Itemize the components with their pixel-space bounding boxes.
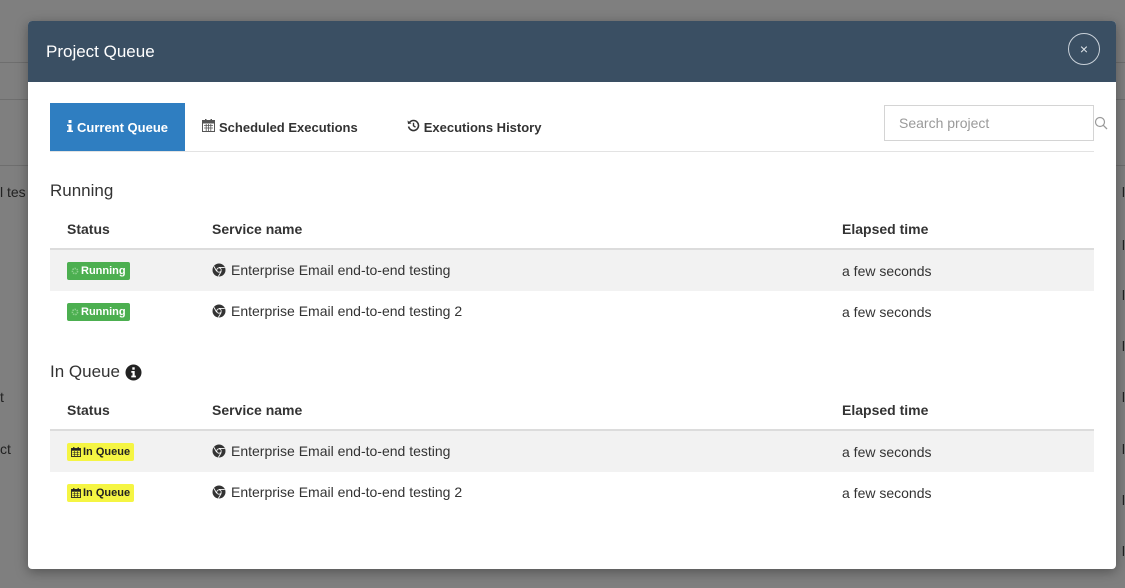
tab-bar: Current Queue Scheduled Executions Execu… <box>50 102 1108 152</box>
status-label: In Queue <box>83 486 131 499</box>
calendar-icon <box>71 487 81 498</box>
modal-header: Project Queue × <box>28 21 1116 82</box>
status-badge: Running <box>67 302 130 321</box>
service-name: Enterprise Email end-to-end testing <box>212 443 450 459</box>
elapsed-time: a few seconds <box>842 484 932 501</box>
table-row: Running Enterprise Email end-to-end test… <box>50 249 1094 291</box>
running-table: Status Service name Elapsed time Running <box>50 210 1094 332</box>
chrome-icon <box>212 444 226 458</box>
status-badge: In Queue <box>67 483 135 502</box>
in-queue-table: Status Service name Elapsed time In Queu… <box>50 391 1094 513</box>
tab-current-queue[interactable]: Current Queue <box>50 103 186 151</box>
in-queue-section-title: In Queue <box>50 362 1094 382</box>
service-name: Enterprise Email end-to-end testing <box>212 262 450 278</box>
calendar-icon <box>202 119 216 135</box>
status-badge: Running <box>67 261 130 280</box>
modal-title: Project Queue <box>46 41 155 61</box>
search-box <box>884 105 1108 141</box>
service-name-text: Enterprise Email end-to-end testing <box>231 261 451 278</box>
section-label: In Queue <box>50 362 120 381</box>
chrome-icon <box>212 304 226 318</box>
table-row: Running Enterprise Email end-to-end test… <box>50 291 1094 332</box>
background-text: l tes <box>0 184 26 200</box>
table-row: In Queue Enterprise Email end-to-end tes… <box>50 472 1094 513</box>
column-header-service-name: Service name <box>212 391 842 431</box>
background-text: t <box>0 389 4 405</box>
info-icon <box>67 119 73 135</box>
tab-scheduled-executions[interactable]: Scheduled Executions <box>185 103 375 151</box>
service-name-text: Enterprise Email end-to-end testing 2 <box>231 483 463 500</box>
history-icon <box>407 119 420 135</box>
elapsed-time: a few seconds <box>842 303 932 320</box>
status-label: In Queue <box>83 445 131 458</box>
column-header-elapsed-time: Elapsed time <box>842 210 1094 250</box>
running-section-title: Running <box>50 181 1094 201</box>
service-name: Enterprise Email end-to-end testing 2 <box>212 303 462 319</box>
column-header-status: Status <box>50 391 212 431</box>
service-name-text: Enterprise Email end-to-end testing 2 <box>231 302 463 319</box>
search-input[interactable] <box>885 106 1094 140</box>
status-label: Running <box>81 305 126 318</box>
info-circle-icon[interactable] <box>125 364 142 381</box>
close-icon: × <box>1079 41 1089 57</box>
column-header-service-name: Service name <box>212 210 842 250</box>
tab-label: Current Queue <box>77 119 169 135</box>
status-label: Running <box>81 264 126 277</box>
project-queue-modal: Project Queue × Current Queue Scheduled … <box>28 21 1116 569</box>
elapsed-time: a few seconds <box>842 249 1094 291</box>
tab-executions-history[interactable]: Executions History <box>375 103 559 151</box>
column-header-status: Status <box>50 210 212 250</box>
service-name-text: Enterprise Email end-to-end testing <box>231 442 451 459</box>
calendar-icon <box>71 446 81 457</box>
modal-body: Current Queue Scheduled Executions Execu… <box>28 82 1116 513</box>
column-header-elapsed-time: Elapsed time <box>842 391 1094 431</box>
background-text: ct <box>0 441 11 457</box>
close-button[interactable]: × <box>1068 33 1100 65</box>
search-icon[interactable] <box>1094 116 1108 130</box>
service-name: Enterprise Email end-to-end testing 2 <box>212 484 462 500</box>
gear-icon <box>71 308 79 316</box>
status-badge: In Queue <box>67 442 135 461</box>
table-row: In Queue Enterprise Email end-to-end tes… <box>50 430 1094 472</box>
tab-label: Executions History <box>423 119 542 135</box>
section-label: Running <box>50 181 114 200</box>
chrome-icon <box>212 485 226 499</box>
chrome-icon <box>212 263 226 277</box>
gear-icon <box>71 267 79 275</box>
elapsed-time: a few seconds <box>842 430 1094 472</box>
tab-label: Scheduled Executions <box>219 119 358 135</box>
